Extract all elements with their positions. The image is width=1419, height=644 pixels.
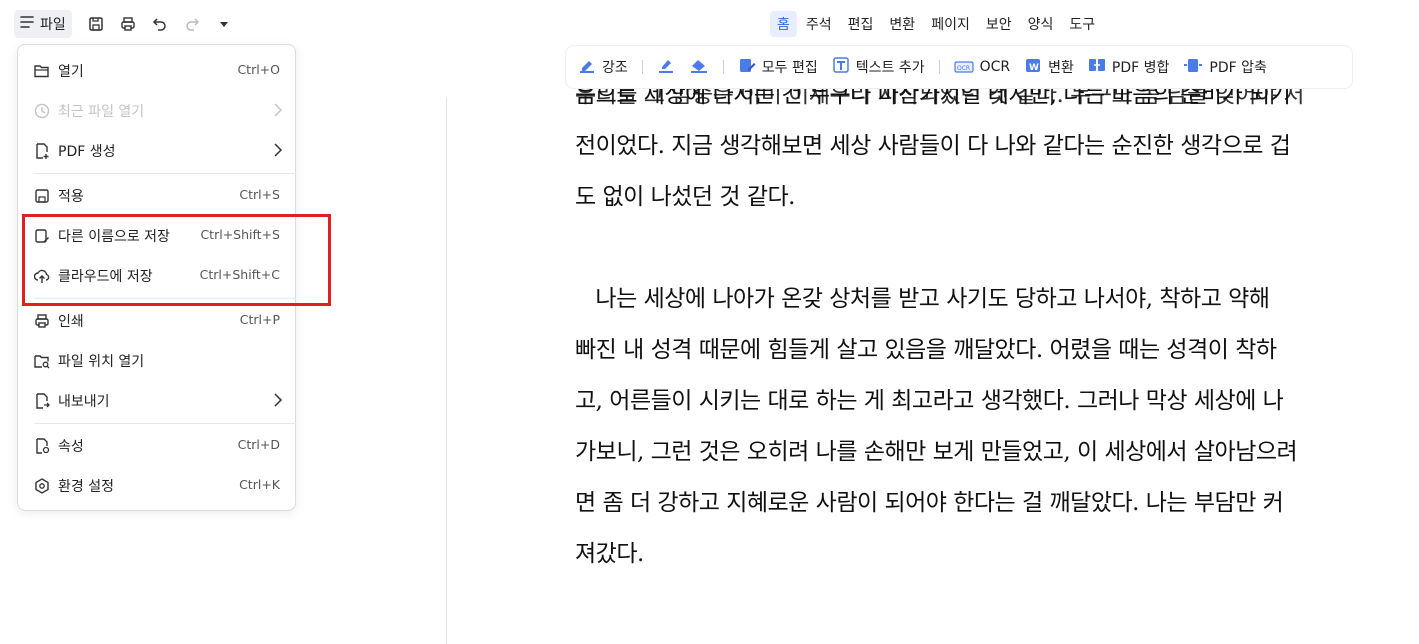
menu-item-properties[interactable]: 속성 Ctrl+D — [18, 426, 295, 466]
tab-annotate[interactable]: 주석 — [799, 11, 839, 37]
hamburger-icon — [20, 16, 34, 32]
menu-label: 적용 — [58, 189, 84, 205]
menu-label: 파일 위치 열기 — [58, 354, 145, 370]
merge-label: PDF 병합 — [1111, 60, 1170, 76]
edit-all-label: 모두 편집 — [761, 60, 818, 76]
edit-all-button[interactable]: 모두 편집 — [738, 56, 818, 78]
doc-line: 전이었다. 지금 생각해보면 세상 사람들이 다 나와 같다는 순진한 생각으로… — [575, 133, 1291, 159]
doc-line: 고, 어른들이 시키는 대로 하는 게 최고라고 생각했다. 그러나 막상 세상… — [575, 388, 1284, 414]
file-menu-button[interactable]: 파일 — [14, 10, 72, 38]
folder-open-icon — [34, 63, 50, 79]
menu-label: 최근 파일 열기 — [58, 104, 145, 120]
menu-label: 내보내기 — [58, 394, 110, 410]
doc-line: 면 좀 더 강하고 지혜로운 사람이 되어야 한다는 걸 깨달았다. 나는 부담… — [575, 490, 1284, 516]
ocr-label: OCR — [979, 59, 1011, 75]
menu-divider — [34, 173, 296, 174]
merge-pdf-button[interactable]: PDF 병합 — [1088, 56, 1170, 78]
file-plus-icon — [34, 143, 50, 159]
pane-divider — [446, 98, 447, 644]
export-icon — [34, 393, 50, 409]
chevron-right-icon — [273, 393, 283, 411]
tab-security[interactable]: 보안 — [979, 11, 1019, 37]
pen-underline-icon — [657, 56, 675, 78]
ocr-button[interactable]: OCR OCR — [954, 56, 1011, 78]
ocr-icon: OCR — [954, 56, 974, 78]
file-menu-label: 파일 — [40, 17, 66, 33]
document-page: 우리들 그 밤중은 이미 이제우리 시작되었던 것 같다. 누구도 몸 남을 잊… — [575, 80, 1345, 590]
print-icon[interactable] — [116, 12, 140, 36]
menu-item-recent: 최근 파일 열기 — [18, 91, 295, 131]
menu-label: 인쇄 — [58, 314, 84, 330]
save-icon[interactable] — [84, 12, 108, 36]
doc-line: 나는 세상에 나아가 온갖 상처를 받고 사기도 당하고 나서야, 착하고 약해 — [575, 286, 1270, 312]
doc-line — [575, 223, 1345, 274]
add-text-button[interactable]: 텍스트 추가 — [832, 56, 925, 78]
doc-line: 져갔다. — [575, 541, 644, 567]
add-text-icon — [832, 56, 850, 78]
compress-pdf-button[interactable]: PDF 압축 — [1183, 56, 1267, 78]
file-settings-icon — [34, 438, 50, 454]
menu-item-open[interactable]: 열기 Ctrl+O — [18, 51, 295, 91]
menu-shortcut: Ctrl+D — [237, 437, 280, 452]
folder-search-icon — [34, 353, 50, 369]
compress-icon — [1183, 56, 1203, 78]
menu-item-preferences[interactable]: 환경 설정 Ctrl+K — [18, 466, 295, 506]
print-icon — [34, 313, 50, 329]
menu-shortcut: Ctrl+O — [237, 62, 280, 77]
menu-item-print[interactable]: 인쇄 Ctrl+P — [18, 301, 295, 341]
dropdown-caret-icon[interactable] — [212, 12, 236, 36]
menu-item-open-location[interactable]: 파일 위치 열기 — [18, 341, 295, 381]
menu-shortcut: Ctrl+P — [239, 312, 280, 327]
compress-label: PDF 압축 — [1209, 60, 1267, 76]
menu-item-apply[interactable]: 적용 Ctrl+S — [18, 176, 295, 216]
convert-button[interactable]: W 변환 — [1024, 56, 1074, 78]
menu-label: 환경 설정 — [58, 479, 114, 495]
tab-convert[interactable]: 변환 — [882, 11, 922, 37]
tab-form[interactable]: 양식 — [1021, 11, 1061, 37]
menu-divider — [34, 423, 296, 424]
ribbon-divider — [722, 60, 724, 74]
tab-edit[interactable]: 편집 — [841, 11, 881, 37]
menu-shortcut: Ctrl+K — [239, 477, 280, 492]
edit-document-icon — [738, 56, 756, 78]
chevron-right-icon — [273, 143, 283, 161]
eraser-icon — [689, 56, 709, 78]
highlight-button[interactable]: 강조 — [578, 56, 628, 78]
convert-label: 변환 — [1048, 60, 1074, 76]
convert-word-icon: W — [1024, 56, 1042, 78]
highlighter-icon — [578, 56, 596, 78]
home-ribbon: 강조 모두 편집 텍스트 추가 OCR OCR W 변환 PDF 병합 PDF … — [566, 46, 1352, 88]
highlight-label: 강조 — [602, 60, 628, 76]
undo-icon[interactable] — [148, 12, 172, 36]
doc-line: 도 없이 나섰던 것 같다. — [575, 184, 796, 210]
clock-icon — [34, 103, 50, 119]
gear-icon — [34, 478, 50, 494]
svg-text:W: W — [1029, 63, 1039, 73]
add-text-label: 텍스트 추가 — [855, 60, 925, 76]
quick-toolbar: 파일 — [14, 10, 236, 38]
main-tabs: 홈 주석 편집 변환 페이지 보안 양식 도구 — [770, 11, 1104, 37]
redo-icon[interactable] — [180, 12, 204, 36]
eraser-button[interactable] — [689, 56, 709, 78]
svg-text:OCR: OCR — [957, 65, 970, 72]
doc-line: 빠진 내 성격 때문에 힘들게 살고 있음을 깨달았다. 어렸을 때는 성격이 … — [575, 337, 1277, 363]
red-highlight-box — [22, 214, 331, 306]
ribbon-divider — [938, 60, 940, 74]
tab-tools[interactable]: 도구 — [1062, 11, 1102, 37]
menu-label: 속성 — [58, 439, 84, 455]
doc-line: 가보니, 그런 것은 오히려 나를 손해만 보게 만들었고, 이 세상에서 살아… — [575, 439, 1298, 465]
menu-item-create-pdf[interactable]: PDF 생성 — [18, 131, 295, 171]
tab-page[interactable]: 페이지 — [924, 11, 977, 37]
merge-icon — [1088, 56, 1106, 78]
menu-label: PDF 생성 — [58, 144, 116, 160]
ribbon-divider — [641, 60, 643, 74]
save-icon — [34, 188, 50, 204]
tab-home[interactable]: 홈 — [770, 11, 797, 37]
menu-item-export[interactable]: 내보내기 — [18, 381, 295, 421]
underline-tool-button[interactable] — [657, 56, 675, 78]
menu-shortcut: Ctrl+S — [239, 187, 280, 202]
menu-label: 열기 — [58, 64, 84, 80]
chevron-right-icon — [273, 103, 283, 121]
